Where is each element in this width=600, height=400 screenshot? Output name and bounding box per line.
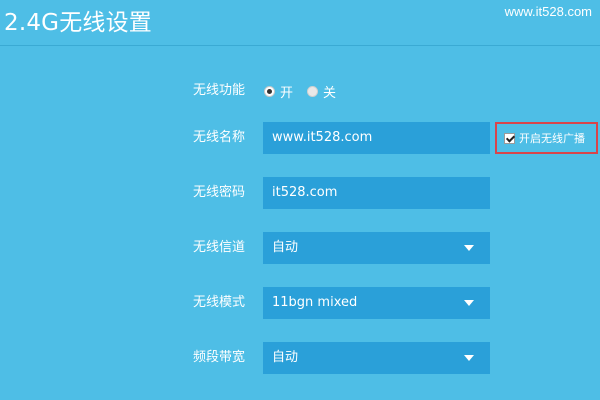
password-row: 无线密码 it528.com	[0, 177, 600, 209]
chevron-down-icon	[464, 355, 474, 361]
password-label: 无线密码	[193, 185, 246, 200]
mode-row: 无线模式 11bgn mixed	[0, 287, 600, 319]
channel-select[interactable]: 自动	[263, 232, 490, 264]
channel-row: 无线信道 自动	[0, 232, 600, 264]
broadcast-toggle[interactable]: 开启无线广播	[495, 122, 598, 154]
broadcast-label: 开启无线广播	[519, 132, 585, 145]
ssid-input[interactable]: www.it528.com	[263, 122, 490, 154]
mode-select[interactable]: 11bgn mixed	[263, 287, 490, 319]
wireless-function-row: 无线功能 开 关	[0, 75, 600, 107]
broadcast-checkbox-icon[interactable]	[504, 132, 515, 144]
mode-value: 11bgn mixed	[272, 295, 358, 310]
ssid-label: 无线名称	[193, 130, 246, 145]
page-title: 2.4G无线设置	[4, 10, 153, 36]
channel-label: 无线信道	[193, 240, 246, 255]
wireless-function-label: 无线功能	[193, 83, 246, 98]
wireless-function-radio-group: 开 关	[264, 75, 350, 107]
bandwidth-select[interactable]: 自动	[263, 342, 490, 374]
bandwidth-label: 频段带宽	[193, 350, 246, 365]
radio-off[interactable]: 关	[307, 82, 336, 101]
password-input[interactable]: it528.com	[263, 177, 490, 209]
radio-off-icon[interactable]	[307, 85, 319, 97]
channel-value: 自动	[272, 240, 299, 255]
title-divider	[0, 45, 600, 46]
bandwidth-row: 频段带宽 自动	[0, 342, 600, 374]
chevron-down-icon	[464, 300, 474, 306]
chevron-down-icon	[464, 245, 474, 251]
radio-on-icon[interactable]	[264, 85, 275, 97]
radio-on[interactable]: 开	[264, 82, 293, 101]
radio-on-label: 开	[280, 85, 294, 101]
bandwidth-value: 自动	[272, 350, 299, 365]
watermark: www.it528.com	[504, 4, 592, 19]
radio-off-label: 关	[323, 85, 337, 101]
mode-label: 无线模式	[193, 295, 246, 310]
